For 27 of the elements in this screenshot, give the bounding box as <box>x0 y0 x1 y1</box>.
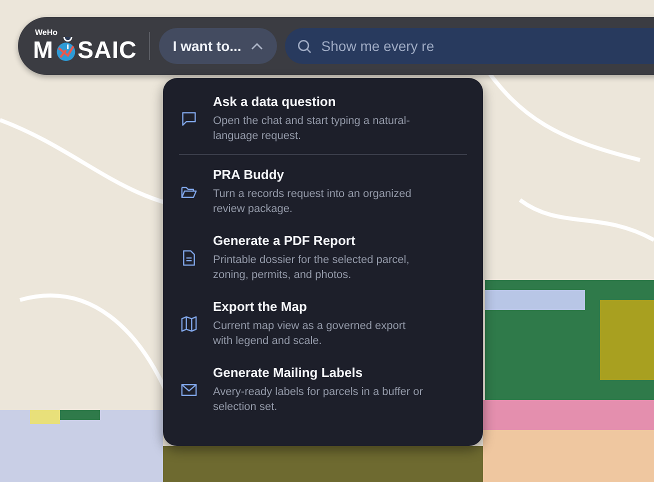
item-title: Generate a PDF Report <box>213 233 356 249</box>
menu-item[interactable]: PRA Buddy Turn a records request into an organized review package. <box>179 167 467 217</box>
item-title: PRA Buddy <box>213 167 286 183</box>
logo-text: SAIC <box>78 39 137 63</box>
globe-icon <box>54 37 76 63</box>
menu-item[interactable]: Ask a data question Open the chat and start typing a natural-language request. <box>179 94 467 144</box>
menu-item[interactable]: Export the Map Current map view as a governed export with legend and scale. <box>179 299 467 349</box>
envelope-icon <box>181 382 197 398</box>
document-icon <box>181 250 197 266</box>
item-title: Ask a data question <box>213 94 337 110</box>
item-description: Current map view as a governed export with legend and scale. <box>213 319 407 349</box>
item-description: Turn a records request into an organized review package. <box>213 187 412 217</box>
chat-bubble-icon <box>181 111 197 127</box>
item-description: Printable dossier for the selected parcel, zoning, permits, and photos. <box>213 253 410 283</box>
menu-item[interactable]: Generate a PDF Report Printable dossier for the selected parcel, zoning, permits, and photos. <box>179 233 467 283</box>
logo-text: WeHo <box>35 29 59 37</box>
menu-item[interactable]: Generate Mailing Labels Avery-ready labels for parcels in a buffer or selection set. <box>179 365 467 415</box>
logo-text: M <box>33 39 54 63</box>
menu-button[interactable]: I want to... <box>158 28 278 64</box>
item-description: Avery-ready labels for parcels in a buffer or selection set. <box>213 385 424 415</box>
item-title: Generate Mailing Labels <box>213 365 364 381</box>
caret-icon <box>251 42 264 50</box>
folder-icon <box>181 184 197 200</box>
search-field[interactable]: Show me every re <box>285 28 654 64</box>
item-description: Open the chat and start typing a natural-language request. <box>213 114 411 144</box>
map-icon <box>181 316 197 332</box>
item-title: Export the Map <box>213 299 308 315</box>
